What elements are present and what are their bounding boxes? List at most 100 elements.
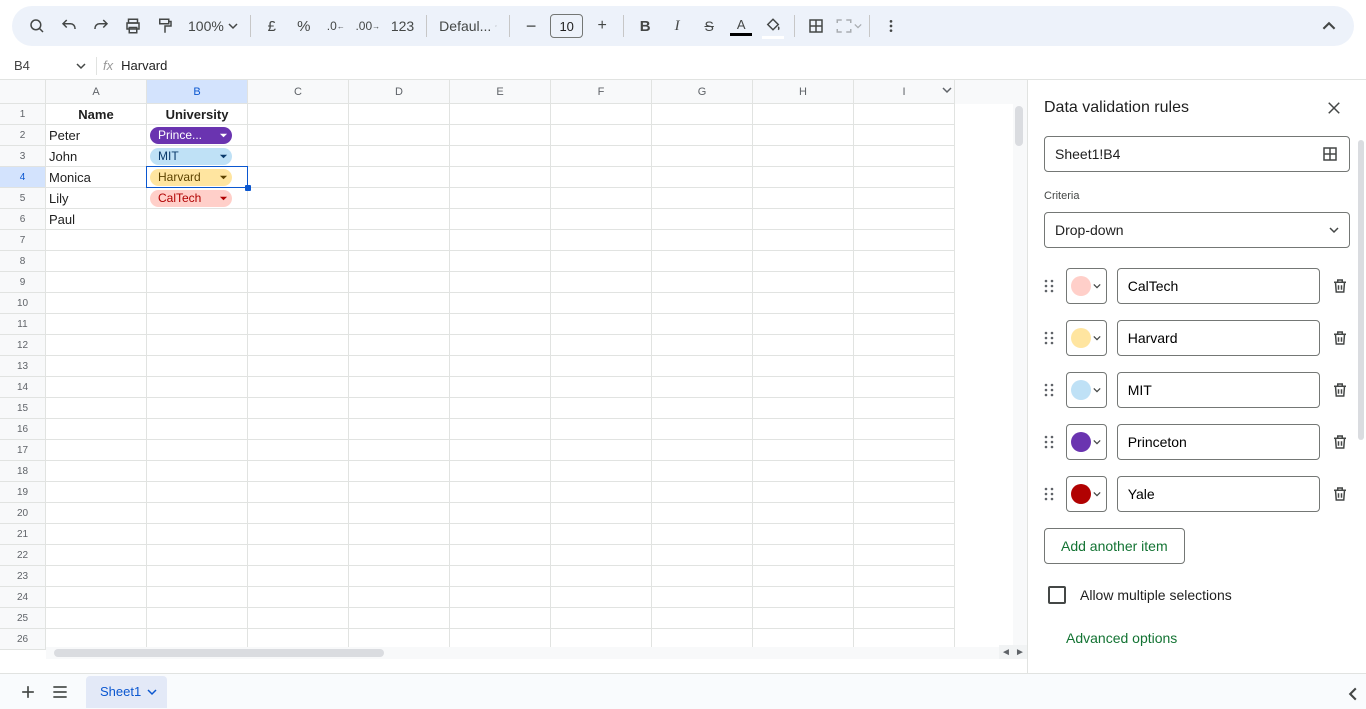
cell[interactable] (551, 314, 652, 335)
column-header[interactable]: B (147, 80, 248, 104)
cell[interactable] (753, 188, 854, 209)
cell[interactable] (46, 545, 147, 566)
cell[interactable] (753, 272, 854, 293)
cell[interactable] (46, 293, 147, 314)
column-header[interactable]: I (854, 80, 955, 104)
cell[interactable]: Harvard (147, 167, 248, 188)
cell[interactable] (450, 587, 551, 608)
cell[interactable] (46, 608, 147, 629)
cell[interactable] (349, 482, 450, 503)
decrease-font-size-button[interactable]: − (516, 11, 546, 41)
row-header[interactable]: 21 (0, 524, 46, 545)
italic-button[interactable]: I (662, 11, 692, 41)
cell[interactable] (854, 398, 955, 419)
formula-input[interactable]: Harvard (121, 58, 167, 73)
cell[interactable] (551, 209, 652, 230)
cell[interactable] (753, 377, 854, 398)
cell[interactable] (248, 356, 349, 377)
row-header[interactable]: 3 (0, 146, 46, 167)
cell[interactable] (652, 440, 753, 461)
cell[interactable] (248, 251, 349, 272)
cell[interactable] (450, 608, 551, 629)
cell[interactable] (652, 314, 753, 335)
drag-handle-icon[interactable] (1044, 382, 1056, 398)
cell[interactable] (753, 251, 854, 272)
cell[interactable] (652, 356, 753, 377)
column-header[interactable]: D (349, 80, 450, 104)
cell[interactable] (551, 293, 652, 314)
cell[interactable] (854, 440, 955, 461)
cell[interactable] (551, 566, 652, 587)
option-value-input[interactable] (1117, 320, 1320, 356)
drag-handle-icon[interactable] (1044, 486, 1056, 502)
cell[interactable] (753, 419, 854, 440)
cell[interactable] (753, 587, 854, 608)
row-header[interactable]: 15 (0, 398, 46, 419)
cell[interactable] (854, 356, 955, 377)
cell[interactable] (450, 167, 551, 188)
cell[interactable] (147, 251, 248, 272)
advanced-options-button[interactable]: Advanced options (1066, 630, 1350, 646)
cell[interactable] (349, 398, 450, 419)
cell[interactable] (551, 503, 652, 524)
cell[interactable] (349, 608, 450, 629)
cell[interactable] (450, 377, 551, 398)
option-color-button[interactable] (1066, 372, 1107, 408)
column-header[interactable]: A (46, 80, 147, 104)
panel-scrollbar[interactable] (1358, 140, 1364, 440)
cell[interactable] (854, 104, 955, 125)
cell[interactable] (349, 335, 450, 356)
cell[interactable] (349, 125, 450, 146)
row-header[interactable]: 4 (0, 167, 46, 188)
borders-button[interactable] (801, 11, 831, 41)
text-color-button[interactable]: A (726, 11, 756, 41)
cell[interactable] (450, 482, 551, 503)
cell[interactable] (349, 272, 450, 293)
redo-icon[interactable] (86, 11, 116, 41)
cell[interactable] (248, 146, 349, 167)
bold-button[interactable]: B (630, 11, 660, 41)
cell[interactable] (147, 230, 248, 251)
cell[interactable] (248, 545, 349, 566)
row-header[interactable]: 16 (0, 419, 46, 440)
cell[interactable] (854, 524, 955, 545)
explore-collapse-icon[interactable] (1346, 687, 1360, 701)
cell[interactable] (854, 209, 955, 230)
cell[interactable] (147, 419, 248, 440)
currency-button[interactable]: £ (257, 11, 287, 41)
cell[interactable] (551, 167, 652, 188)
row-header[interactable]: 18 (0, 461, 46, 482)
option-color-button[interactable] (1066, 268, 1107, 304)
cell[interactable] (248, 188, 349, 209)
cell[interactable] (248, 104, 349, 125)
print-icon[interactable] (118, 11, 148, 41)
cell[interactable] (753, 314, 854, 335)
cell[interactable] (551, 440, 652, 461)
cell[interactable] (248, 398, 349, 419)
add-sheet-button[interactable] (12, 676, 44, 708)
cell[interactable] (854, 188, 955, 209)
cell[interactable] (753, 230, 854, 251)
cell[interactable] (147, 482, 248, 503)
cell[interactable] (450, 440, 551, 461)
cell[interactable] (854, 419, 955, 440)
delete-option-button[interactable] (1330, 274, 1350, 298)
row-header[interactable]: 12 (0, 335, 46, 356)
cell[interactable] (349, 566, 450, 587)
cell[interactable] (854, 272, 955, 293)
strikethrough-button[interactable]: S (694, 11, 724, 41)
cell[interactable] (652, 335, 753, 356)
cell[interactable] (349, 419, 450, 440)
cell[interactable] (46, 587, 147, 608)
cell[interactable] (147, 377, 248, 398)
cell[interactable] (248, 293, 349, 314)
fill-color-button[interactable] (758, 11, 788, 41)
sheet-tab-menu-icon[interactable] (147, 687, 157, 697)
cell[interactable] (854, 230, 955, 251)
option-color-button[interactable] (1066, 424, 1107, 460)
name-box[interactable]: B4 (6, 55, 90, 77)
cell[interactable] (652, 587, 753, 608)
cell[interactable] (450, 503, 551, 524)
row-header[interactable]: 14 (0, 377, 46, 398)
cell[interactable] (450, 209, 551, 230)
